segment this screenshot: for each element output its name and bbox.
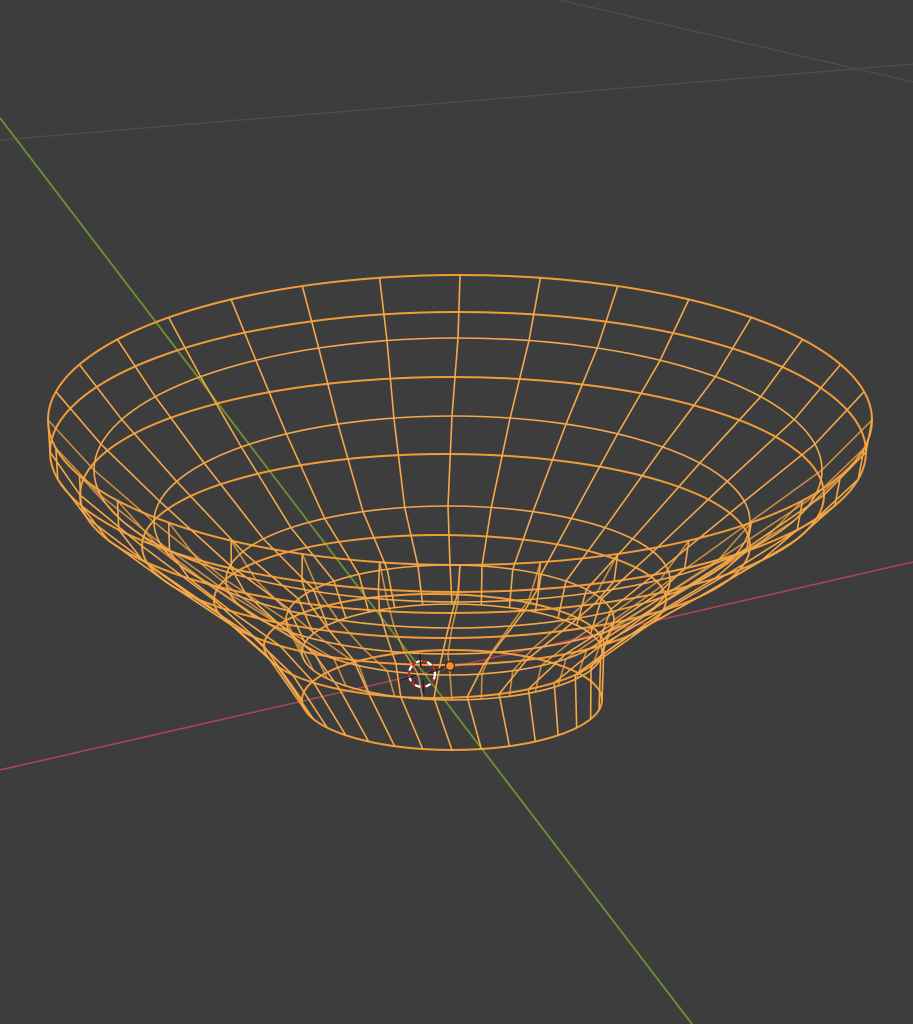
bowl-edge-meridian [480,277,542,605]
bowl-edge-meridian [230,540,370,742]
floor-grid [0,0,913,141]
bowl-edge-meridian [378,277,424,605]
3d-viewport[interactable] [0,0,913,1024]
bowl-edge-meridian [78,474,315,671]
viewport-canvas[interactable] [0,0,913,1024]
bowl-mesh-wireframe[interactable] [47,274,873,751]
bowl-edge-meridian [47,419,303,653]
bowl-edge-meridian [589,474,842,671]
bowl-edge-meridian [447,564,461,701]
bowl-edge-meridian [589,363,842,634]
grid-line [559,0,913,83]
x-axis-line [0,561,913,771]
object-origin-icon[interactable] [444,660,456,672]
bowl-edge-meridian [447,274,461,605]
bowl-edge-meridian [230,299,370,613]
y-axis-line [0,117,693,1024]
grid-line [0,63,913,141]
